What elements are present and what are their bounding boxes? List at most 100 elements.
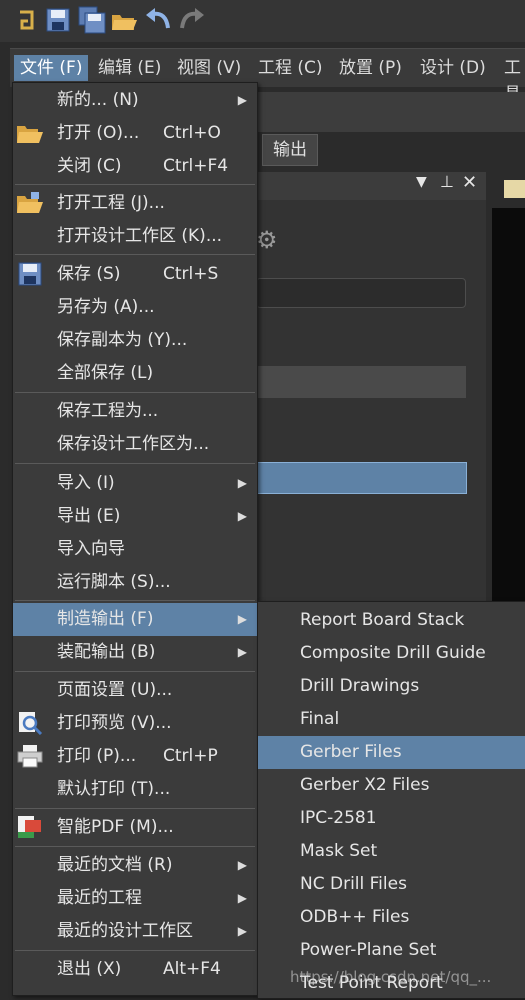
menu-file[interactable]: 文件 (F) bbox=[14, 55, 89, 81]
menu-item-label: 制造输出 (F) bbox=[57, 609, 154, 629]
submenu-arrow-icon: ▶ bbox=[237, 509, 247, 523]
menu-item-label: Gerber Files bbox=[300, 742, 402, 762]
file-menu-item-recent-documents[interactable]: 最近的文档 (R) ▶ bbox=[13, 849, 257, 882]
menu-separator bbox=[15, 846, 255, 847]
menu-tools[interactable]: 工具 bbox=[504, 55, 525, 104]
gear-icon[interactable]: ⚙ bbox=[256, 226, 278, 254]
submenu-item-drill-drawings[interactable]: Drill Drawings bbox=[258, 670, 525, 703]
file-menu-item-open[interactable]: 打开 (O)... Ctrl+O bbox=[13, 117, 257, 150]
printer-icon bbox=[16, 744, 44, 768]
file-menu-item-save-as[interactable]: 另存为 (A)... bbox=[13, 291, 257, 324]
file-menu-item-assembly-outputs[interactable]: 装配输出 (B) ▶ bbox=[13, 636, 257, 669]
menu-item-label: ODB++ Files bbox=[300, 907, 410, 927]
file-menu-item-close[interactable]: 关闭 (C) Ctrl+F4 bbox=[13, 150, 257, 183]
open-folder-icon[interactable] bbox=[110, 6, 138, 34]
submenu-arrow-icon: ▶ bbox=[237, 645, 247, 659]
watermark: https://blog.csdn.net/qq_... bbox=[290, 968, 492, 986]
menu-item-label: Final bbox=[300, 709, 340, 729]
file-menu-item-print-preview[interactable]: 打印预览 (V)... bbox=[13, 707, 257, 740]
file-menu-item-open-workspace[interactable]: 打开设计工作区 (K)... bbox=[13, 220, 257, 253]
submenu-item-nc-drill-files[interactable]: NC Drill Files bbox=[258, 868, 525, 901]
file-menu-item-save[interactable]: 保存 (S) Ctrl+S bbox=[13, 258, 257, 291]
menu-separator bbox=[15, 184, 255, 185]
menu-project[interactable]: 工程 (C) bbox=[258, 55, 323, 81]
dropdown-arrow-icon[interactable]: ▼ bbox=[416, 174, 427, 190]
menu-item-label: 页面设置 (U)... bbox=[57, 680, 173, 700]
panel-row[interactable] bbox=[256, 366, 466, 398]
menu-item-label: 导入向导 bbox=[57, 539, 125, 559]
file-menu-item-save-workspace-as[interactable]: 保存设计工作区为... bbox=[13, 428, 257, 461]
file-menu-item-open-project[interactable]: 打开工程 (J)... bbox=[13, 187, 257, 220]
redo-icon bbox=[180, 8, 204, 29]
submenu-arrow-icon: ▶ bbox=[237, 612, 247, 626]
altium-logo-icon[interactable] bbox=[12, 6, 40, 34]
menu-item-label: 智能PDF (M)... bbox=[57, 817, 174, 837]
file-menu-item-save-project-as[interactable]: 保存工程为... bbox=[13, 395, 257, 428]
menu-place[interactable]: 放置 (P) bbox=[339, 55, 402, 81]
menu-item-label: 默认打印 (T)... bbox=[57, 779, 171, 799]
pin-icon[interactable]: ⊥ bbox=[440, 172, 454, 191]
submenu-arrow-icon: ▶ bbox=[237, 924, 247, 938]
menu-item-label: 最近的工程 bbox=[57, 888, 142, 908]
fabrication-outputs-submenu: Report Board Stack Composite Drill Guide D… bbox=[257, 601, 525, 999]
menu-item-label: 保存 (S) bbox=[57, 264, 121, 284]
menu-edit[interactable]: 编辑 (E) bbox=[98, 55, 161, 81]
submenu-item-ipc-2581[interactable]: IPC-2581 bbox=[258, 802, 525, 835]
menu-item-shortcut: Alt+F4 bbox=[163, 959, 221, 979]
submenu-item-power-plane-set[interactable]: Power-Plane Set bbox=[258, 934, 525, 967]
menu-separator bbox=[15, 950, 255, 951]
menu-item-label: Mask Set bbox=[300, 841, 378, 861]
submenu-item-gerber-files[interactable]: Gerber Files bbox=[258, 736, 525, 769]
close-icon[interactable]: ✕ bbox=[462, 172, 477, 193]
menu-item-label: 打开 (O)... bbox=[57, 123, 140, 143]
output-tab[interactable]: 输出 bbox=[262, 134, 318, 166]
file-menu-item-print[interactable]: 打印 (P)... Ctrl+P bbox=[13, 740, 257, 773]
menu-separator bbox=[15, 254, 255, 255]
file-menu-item-save-all[interactable]: 全部保存 (L) bbox=[13, 357, 257, 390]
panel-header: ▼ ⊥ ✕ bbox=[256, 172, 486, 200]
menu-item-shortcut: Ctrl+O bbox=[163, 123, 221, 143]
document-tab-icon[interactable] bbox=[504, 180, 525, 198]
submenu-item-odb-files[interactable]: ODB++ Files bbox=[258, 901, 525, 934]
file-menu-item-recent-workspaces[interactable]: 最近的设计工作区 ▶ bbox=[13, 915, 257, 948]
undo-icon[interactable] bbox=[144, 6, 172, 34]
menu-item-label: 打印预览 (V)... bbox=[57, 713, 172, 733]
menu-design[interactable]: 设计 (D) bbox=[420, 55, 486, 81]
file-menu-item-exit[interactable]: 退出 (X) Alt+F4 bbox=[13, 953, 257, 986]
menu-item-label: 最近的文档 (R) bbox=[57, 855, 173, 875]
save-all-icon[interactable] bbox=[78, 6, 106, 34]
file-menu-item-import-wizard[interactable]: 导入向导 bbox=[13, 533, 257, 566]
file-menu-item-save-copy-as[interactable]: 保存副本为 (Y)... bbox=[13, 324, 257, 357]
save-icon[interactable] bbox=[44, 6, 72, 34]
menu-item-label: 装配输出 (B) bbox=[57, 642, 156, 662]
file-menu-item-page-setup[interactable]: 页面设置 (U)... bbox=[13, 674, 257, 707]
file-menu-item-default-print[interactable]: 默认打印 (T)... bbox=[13, 773, 257, 806]
submenu-item-final[interactable]: Final bbox=[258, 703, 525, 736]
panel-row-selected[interactable] bbox=[256, 462, 467, 494]
menu-item-label: Drill Drawings bbox=[300, 676, 420, 696]
submenu-arrow-icon: ▶ bbox=[237, 891, 247, 905]
file-menu-item-run-script[interactable]: 运行脚本 (S)... bbox=[13, 566, 257, 599]
menu-item-label: 新的... (N) bbox=[57, 90, 139, 110]
file-menu-item-recent-projects[interactable]: 最近的工程 ▶ bbox=[13, 882, 257, 915]
quick-access-toolbar bbox=[0, 0, 525, 42]
menu-item-label: 运行脚本 (S)... bbox=[57, 572, 171, 592]
file-menu: 新的... (N) ▶ 打开 (O)... Ctrl+O 关闭 (C) Ctrl+F4 打开… bbox=[12, 82, 258, 996]
save-icon bbox=[16, 262, 44, 286]
submenu-item-gerber-x2-files[interactable]: Gerber X2 Files bbox=[258, 769, 525, 802]
submenu-item-mask-set[interactable]: Mask Set bbox=[258, 835, 525, 868]
file-menu-item-fabrication-outputs[interactable]: 制造输出 (F) ▶ bbox=[13, 603, 257, 636]
menu-item-label: Report Board Stack bbox=[300, 610, 465, 630]
file-menu-item-import[interactable]: 导入 (I) ▶ bbox=[13, 467, 257, 500]
menu-view[interactable]: 视图 (V) bbox=[177, 55, 241, 81]
file-menu-item-smart-pdf[interactable]: 智能PDF (M)... bbox=[13, 811, 257, 844]
smart-pdf-icon bbox=[16, 815, 44, 839]
submenu-arrow-icon: ▶ bbox=[237, 93, 247, 107]
search-input[interactable] bbox=[256, 278, 466, 308]
file-menu-item-new[interactable]: 新的... (N) ▶ bbox=[13, 84, 257, 117]
submenu-item-composite-drill-guide[interactable]: Composite Drill Guide bbox=[258, 637, 525, 670]
menu-separator bbox=[15, 392, 255, 393]
submenu-item-report-board-stack[interactable]: Report Board Stack bbox=[258, 604, 525, 637]
menu-separator bbox=[15, 671, 255, 672]
file-menu-item-export[interactable]: 导出 (E) ▶ bbox=[13, 500, 257, 533]
